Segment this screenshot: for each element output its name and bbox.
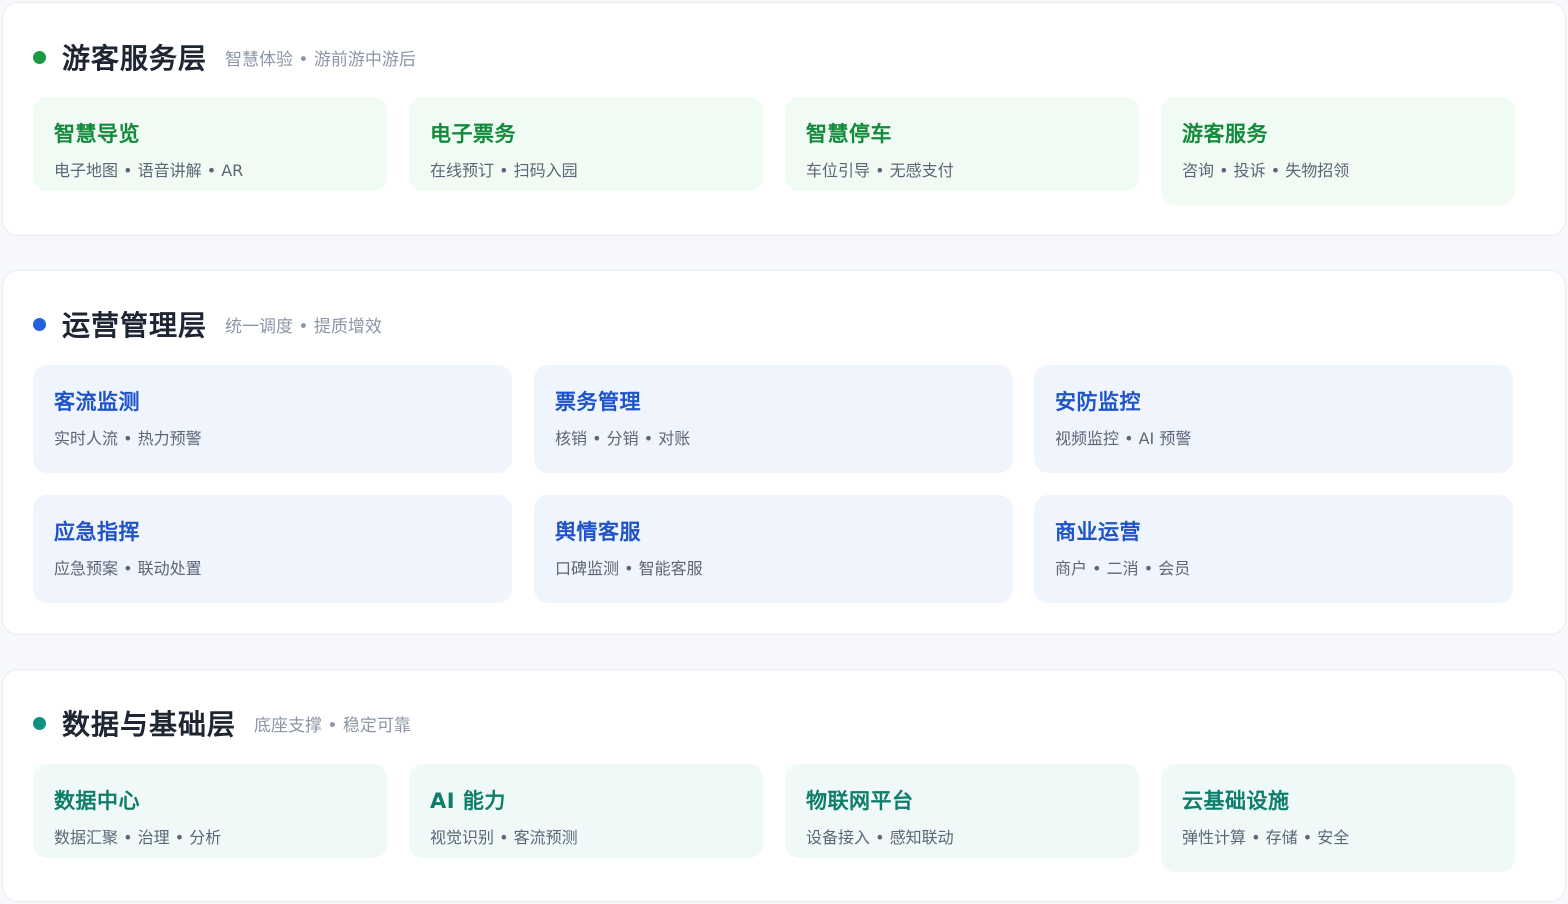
- card-ai-capability[interactable]: AI 能力 视觉识别 • 客流预测: [409, 764, 763, 858]
- card-desc: 视觉识别 • 客流预测: [430, 828, 578, 847]
- card-desc: 视频监控 • AI 预警: [1055, 429, 1192, 448]
- card-desc: 应急预案 • 联动处置: [54, 559, 202, 578]
- layer-dot-icon: [33, 50, 46, 64]
- card-desc: 核销 • 分销 • 对账: [555, 429, 691, 448]
- card-title: 应急指挥: [54, 520, 140, 544]
- card-security-monitor[interactable]: 安防监控 视频监控 • AI 预警: [1034, 365, 1513, 473]
- card-passenger-flow[interactable]: 客流监测 实时人流 • 热力预警: [33, 365, 512, 473]
- layer-operations-management: 运营管理层 统一调度 • 提质增效 客流监测 实时人流 • 热力预警 票务管理 …: [2, 270, 1566, 635]
- card-desc: 实时人流 • 热力预警: [54, 429, 202, 448]
- card-desc: 商户 • 二消 • 会员: [1055, 559, 1191, 578]
- card-desc: 电子地图 • 语音讲解 • AR: [54, 161, 244, 180]
- layer-title: 数据与基础层: [62, 708, 237, 741]
- layer-subtitle: 智慧体验 • 游前游中游后: [225, 49, 416, 70]
- layer-dot-icon: [33, 317, 46, 331]
- card-data-center[interactable]: 数据中心 数据汇聚 • 治理 • 分析: [33, 764, 387, 858]
- card-title: 智慧导览: [54, 122, 140, 146]
- card-visitor-service[interactable]: 游客服务 咨询 • 投诉 • 失物招领: [1161, 97, 1515, 205]
- card-title: 舆情客服: [555, 520, 641, 544]
- card-title: 电子票务: [430, 122, 516, 146]
- card-desc: 设备接入 • 感知联动: [806, 828, 954, 847]
- layer-visitor-service: 游客服务层 智慧体验 • 游前游中游后 智慧导览 电子地图 • 语音讲解 • A…: [2, 2, 1566, 236]
- layer-data-infrastructure: 数据与基础层 底座支撑 • 稳定可靠 数据中心 数据汇聚 • 治理 • 分析 A…: [2, 669, 1566, 902]
- card-desc: 口碑监测 • 智能客服: [555, 559, 703, 578]
- card-desc: 数据汇聚 • 治理 • 分析: [54, 828, 222, 847]
- card-title: 游客服务: [1182, 122, 1268, 146]
- card-title: AI 能力: [430, 789, 506, 813]
- card-title: 安防监控: [1055, 390, 1141, 414]
- layer-title: 运营管理层: [62, 309, 208, 342]
- card-smart-guide[interactable]: 智慧导览 电子地图 • 语音讲解 • AR: [33, 97, 387, 191]
- card-desc: 弹性计算 • 存储 • 安全: [1182, 828, 1350, 847]
- card-public-opinion[interactable]: 舆情客服 口碑监测 • 智能客服: [534, 495, 1013, 603]
- layer-dot-icon: [33, 716, 46, 730]
- card-smart-parking[interactable]: 智慧停车 车位引导 • 无感支付: [785, 97, 1139, 191]
- card-title: 智慧停车: [806, 122, 892, 146]
- card-desc: 咨询 • 投诉 • 失物招领: [1182, 161, 1350, 180]
- layer-title: 游客服务层: [62, 42, 208, 75]
- card-title: 客流监测: [54, 390, 140, 414]
- layer-subtitle: 统一调度 • 提质增效: [225, 316, 382, 337]
- card-commercial-ops[interactable]: 商业运营 商户 • 二消 • 会员: [1034, 495, 1513, 603]
- layer-header: 运营管理层 统一调度 • 提质增效: [33, 304, 382, 344]
- card-iot-platform[interactable]: 物联网平台 设备接入 • 感知联动: [785, 764, 1139, 858]
- card-cloud-infra[interactable]: 云基础设施 弹性计算 • 存储 • 安全: [1161, 764, 1515, 872]
- card-title: 云基础设施: [1182, 789, 1290, 813]
- card-e-ticket[interactable]: 电子票务 在线预订 • 扫码入园: [409, 97, 763, 191]
- card-title: 商业运营: [1055, 520, 1141, 544]
- card-ticket-management[interactable]: 票务管理 核销 • 分销 • 对账: [534, 365, 1013, 473]
- card-desc: 车位引导 • 无感支付: [806, 161, 954, 180]
- card-desc: 在线预订 • 扫码入园: [430, 161, 578, 180]
- card-title: 数据中心: [54, 789, 140, 813]
- card-title: 物联网平台: [806, 789, 914, 813]
- layer-header: 游客服务层 智慧体验 • 游前游中游后: [33, 37, 416, 77]
- card-title: 票务管理: [555, 390, 641, 414]
- card-emergency-command[interactable]: 应急指挥 应急预案 • 联动处置: [33, 495, 512, 603]
- layer-header: 数据与基础层 底座支撑 • 稳定可靠: [33, 703, 411, 743]
- layer-subtitle: 底座支撑 • 稳定可靠: [254, 715, 411, 736]
